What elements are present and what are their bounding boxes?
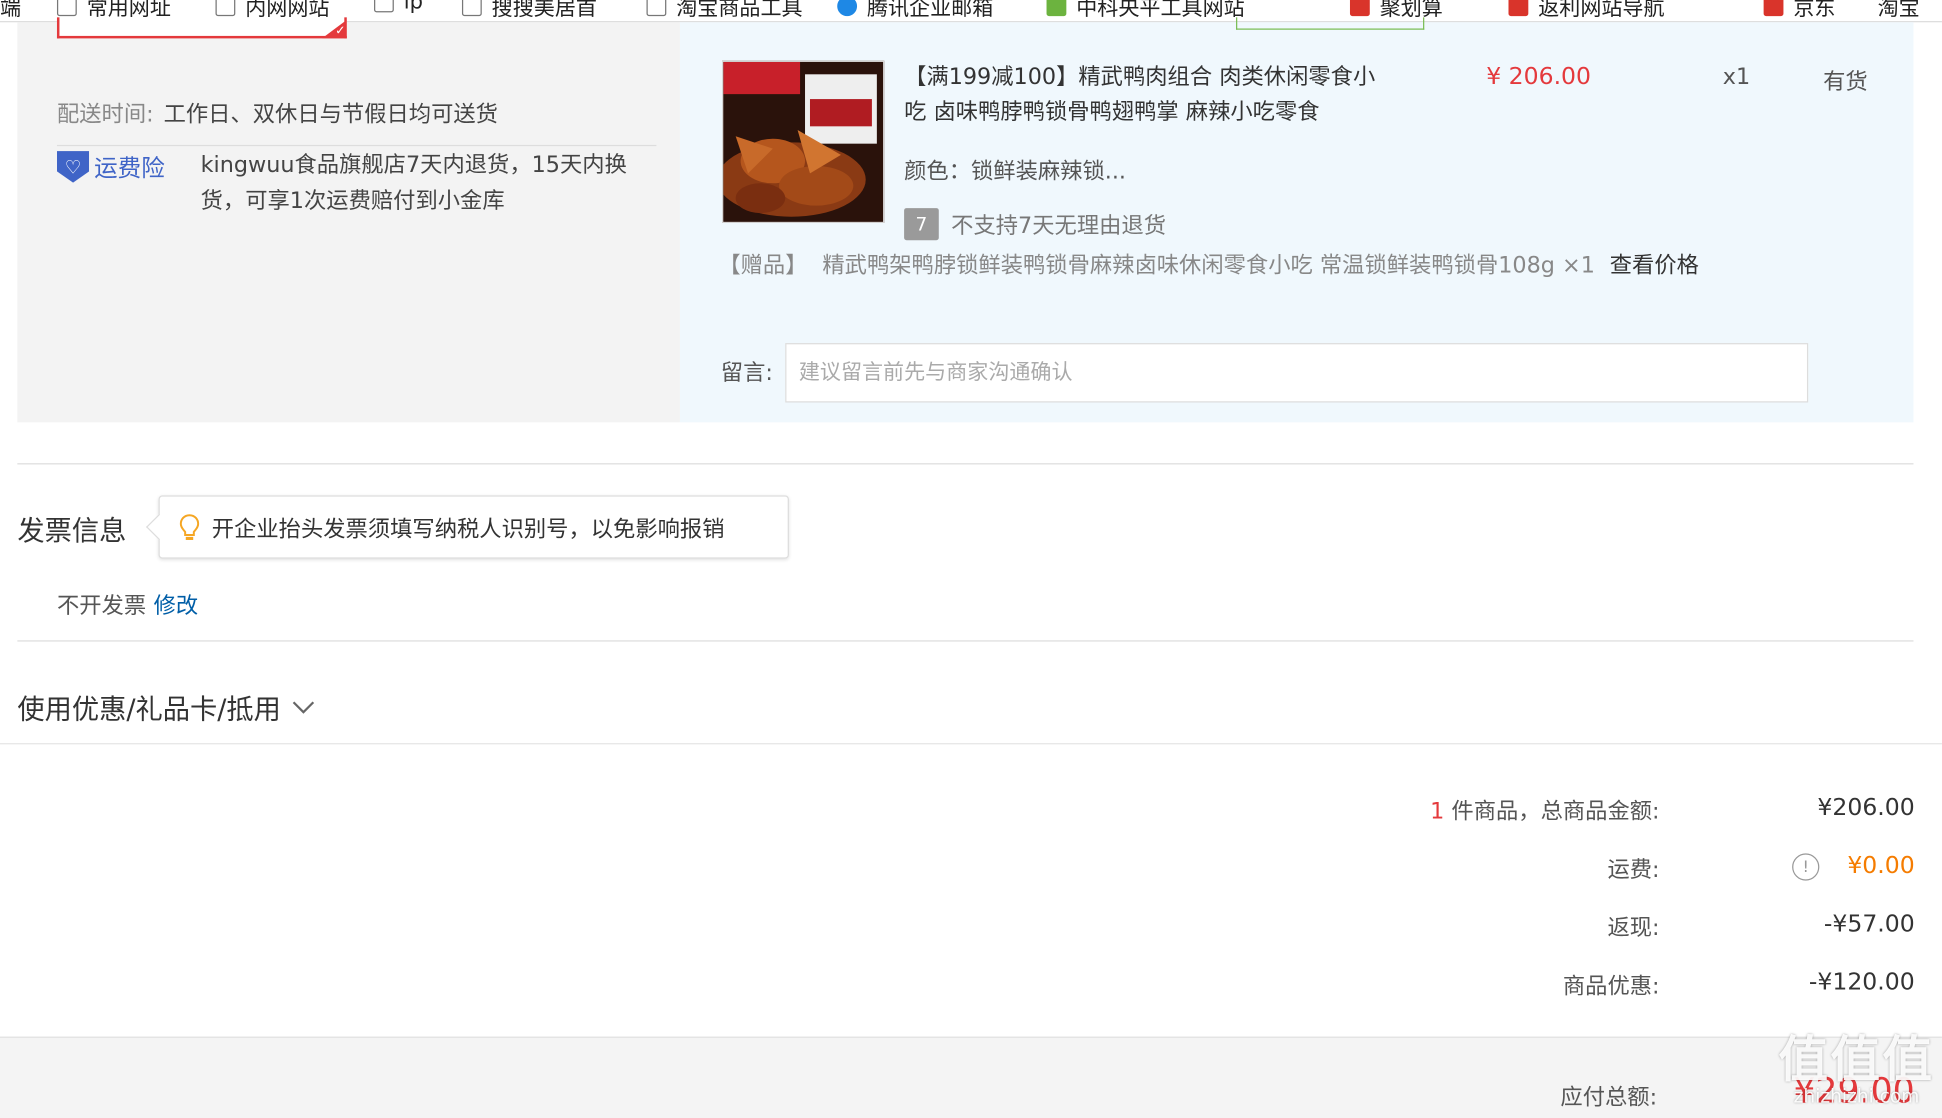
red-icon: [1349, 0, 1370, 16]
bookmark-item[interactable]: 返利网站导航: [1508, 0, 1665, 22]
shield-icon: ♡: [56, 150, 90, 183]
divider: [0, 743, 1942, 745]
shipping-panel: [17, 22, 680, 423]
checkout-page: 端 常用网址 内网网站 ip 搜搜美居首 淘宝商品工具 腾讯企业邮箱 中科央平工…: [0, 0, 1942, 1118]
bookmark-item[interactable]: 搜搜美居首: [461, 0, 597, 22]
invoice-status-text: 不开发票: [56, 593, 147, 620]
product-title[interactable]: 【满199减100】精武鸭肉组合 肉类休闲零食小吃 卤味鸭脖鸭锁骨鸭翅鸭掌 麻辣…: [904, 61, 1393, 130]
bookmark-label: 京东: [1793, 0, 1836, 22]
page-icon: [461, 0, 482, 16]
no-return-icon: 7: [904, 208, 939, 241]
bookmark-label: 淘宝: [1877, 0, 1920, 22]
shipping-value: ¥0.00: [1847, 852, 1915, 880]
gift-tag: 【赠品】: [718, 252, 808, 279]
invoice-status: 不开发票 修改: [57, 588, 198, 620]
bookmark-label: 腾讯企业邮箱: [866, 0, 994, 22]
bookmark-label: 淘宝商品工具: [676, 0, 803, 22]
gift-row: 【赠品】 精武鸭架鸭脖锁鲜装鸭锁骨麻辣卤味休闲零食小吃 常温锁鲜装鸭锁骨108g …: [718, 248, 1699, 280]
page-icon: [56, 0, 77, 16]
invoice-tip: 开企业抬头发票须填写纳税人识别号，以免影响报销: [158, 495, 789, 559]
divider: [17, 463, 1914, 465]
page-icon: [374, 0, 394, 13]
return-policy: 7 不支持7天无理由退货: [904, 208, 1166, 241]
bookmark-item[interactable]: 京东: [1763, 0, 1836, 22]
green-tab-edge: [1236, 17, 1425, 30]
payable-label: 应付总额:: [1560, 1084, 1658, 1111]
shipping-insurance-badge: ♡ 运费险: [56, 150, 165, 183]
invoice-tip-text: 开企业抬头发票须填写纳税人识别号，以免影响报销: [211, 515, 725, 542]
return-policy-text: 不支持7天无理由退货: [951, 213, 1166, 240]
goods-total-value: ¥206.00: [1817, 793, 1915, 822]
divider: [56, 144, 657, 147]
bookmark-label: 端: [0, 0, 22, 22]
gift-text: 精武鸭架鸭脖锁鲜装鸭锁骨麻辣卤味休闲零食小吃 常温锁鲜装鸭锁骨108g ×1: [822, 252, 1595, 279]
lightbulb-icon: [179, 513, 200, 540]
coupon-label: 使用优惠/礼品卡/抵用: [17, 694, 281, 726]
bookmark-item[interactable]: 腾讯企业邮箱: [837, 0, 993, 21]
bookmark-item[interactable]: 淘宝商品工具: [646, 0, 803, 22]
selected-shipping-option[interactable]: [56, 17, 347, 39]
insurance-text: kingwuu食品旗舰店7天内退货，15天内换货，可享1次运费赔付到小金库: [200, 152, 627, 215]
item-count: 1: [1430, 798, 1445, 825]
shipping-label: 运费:: [1607, 857, 1660, 884]
page-icon: [215, 0, 236, 16]
discount-label: 商品优惠:: [1562, 973, 1660, 1000]
product-image[interactable]: [722, 60, 885, 223]
red-icon: [1508, 0, 1529, 16]
cashback-value: -¥57.00: [1823, 910, 1915, 938]
cashback-label: 返现:: [1607, 915, 1660, 942]
green-icon: [1046, 0, 1067, 16]
product-price: ¥ 206.00: [1486, 63, 1591, 91]
goods-total-label: 1 件商品，总商品金额:: [1430, 794, 1659, 826]
bookmark-item[interactable]: 淘宝: [1878, 0, 1920, 21]
watermark-logo: 值值值 zhizhizhi.com: [1778, 1035, 1934, 1106]
insurance-label: 运费险: [94, 154, 165, 183]
blue-circle-icon: [837, 0, 858, 16]
bookmark-label: ip: [403, 0, 423, 15]
bookmark-label: 中科央平工具网站: [1076, 0, 1245, 22]
item-count-label: 件商品，总商品金额:: [1451, 798, 1660, 825]
message-label: 留言:: [720, 360, 773, 387]
message-input[interactable]: [785, 343, 1809, 403]
stock-status: 有货: [1823, 69, 1868, 96]
bookmark-label: 返利网站导航: [1538, 0, 1665, 22]
discount-value: -¥120.00: [1808, 968, 1915, 996]
bookmark-label: 搜搜美居首: [491, 0, 597, 22]
coupon-toggle[interactable]: 使用优惠/礼品卡/抵用: [17, 687, 315, 727]
delivery-value: 工作日、双休日与节假日均可送货: [163, 101, 498, 128]
watermark-small: zhizhizhi.com: [1793, 1084, 1920, 1108]
delivery-label: 配送时间:: [56, 101, 154, 128]
bookmark-item[interactable]: ip: [374, 0, 423, 15]
product-photo-icon: [723, 61, 884, 222]
info-icon[interactable]: !: [1792, 853, 1820, 881]
divider: [17, 640, 1914, 642]
product-variant: 颜色：锁鲜装麻辣锁...: [904, 158, 1127, 185]
delivery-time: 配送时间: 工作日、双休日与节假日均可送货: [57, 97, 498, 129]
page-icon: [646, 0, 667, 16]
view-price-link[interactable]: 查看价格: [1610, 253, 1699, 279]
chevron-down-icon: [292, 701, 314, 714]
watermark-big: 值值值: [1778, 1031, 1935, 1089]
bookmark-item[interactable]: 中科央平工具网站: [1046, 0, 1245, 22]
invoice-title: 发票信息: [17, 516, 127, 548]
product-quantity: x1: [1722, 64, 1751, 91]
bookmark-item[interactable]: 端: [0, 0, 21, 21]
edit-invoice-link[interactable]: 修改: [154, 593, 199, 619]
red-icon: [1763, 0, 1784, 16]
